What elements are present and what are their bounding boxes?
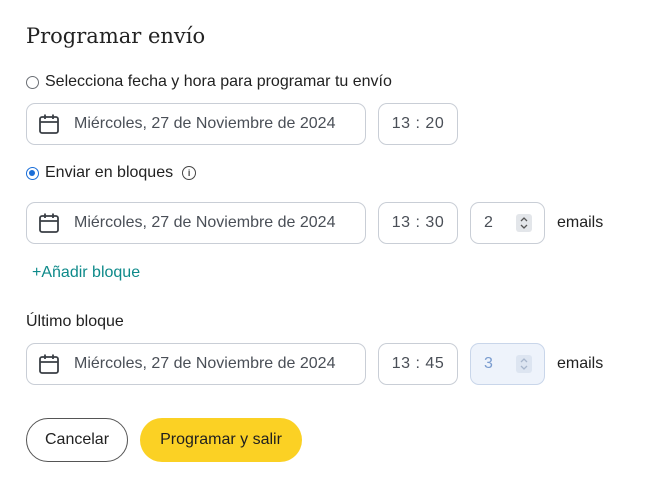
schedule-time-field[interactable]: 13 : 20 xyxy=(378,103,458,145)
last-block-count-value: 3 xyxy=(484,355,493,372)
page-title: Programar envío xyxy=(26,24,206,48)
calendar-icon xyxy=(39,354,59,374)
add-block-link[interactable]: +Añadir bloque xyxy=(32,264,140,282)
block-time-field[interactable]: 13 : 30 xyxy=(378,202,458,244)
calendar-icon xyxy=(39,114,59,134)
last-block-count-input: 3 xyxy=(470,343,545,385)
stepper-icon[interactable] xyxy=(516,214,532,232)
blocks-option-label: Enviar en bloques xyxy=(45,164,174,181)
schedule-time-value: 13 : 20 xyxy=(391,115,445,132)
schedule-radio[interactable] xyxy=(26,75,39,89)
block-date-field[interactable]: Miércoles, 27 de Noviembre de 2024 xyxy=(26,202,366,244)
stepper-icon xyxy=(516,355,532,373)
last-block-date-field[interactable]: Miércoles, 27 de Noviembre de 2024 xyxy=(26,343,366,385)
block-time-value: 13 : 30 xyxy=(391,214,445,231)
block-date-value: Miércoles, 27 de Noviembre de 2024 xyxy=(74,214,336,231)
last-block-date-value: Miércoles, 27 de Noviembre de 2024 xyxy=(74,355,336,372)
schedule-submit-button[interactable]: Programar y salir xyxy=(140,418,302,462)
calendar-icon xyxy=(39,213,59,233)
last-block-count-suffix: emails xyxy=(557,355,604,372)
schedule-option-label: Selecciona fecha y hora para programar t… xyxy=(45,73,392,90)
blocks-radio[interactable] xyxy=(26,166,39,180)
schedule-date-value: Miércoles, 27 de Noviembre de 2024 xyxy=(74,115,336,132)
last-block-time-value: 13 : 45 xyxy=(391,355,445,372)
block-count-suffix: emails xyxy=(557,214,604,231)
cancel-button[interactable]: Cancelar xyxy=(26,418,128,462)
info-icon[interactable]: i xyxy=(182,166,197,180)
schedule-date-field[interactable]: Miércoles, 27 de Noviembre de 2024 xyxy=(26,103,366,145)
blocks-option[interactable]: Enviar en bloques i xyxy=(26,164,197,182)
schedule-option[interactable]: Selecciona fecha y hora para programar t… xyxy=(26,73,392,91)
last-block-label: Último bloque xyxy=(26,313,124,330)
last-block-time-field[interactable]: 13 : 45 xyxy=(378,343,458,385)
block-count-input[interactable]: 2 xyxy=(470,202,545,244)
block-count-value: 2 xyxy=(484,214,493,231)
